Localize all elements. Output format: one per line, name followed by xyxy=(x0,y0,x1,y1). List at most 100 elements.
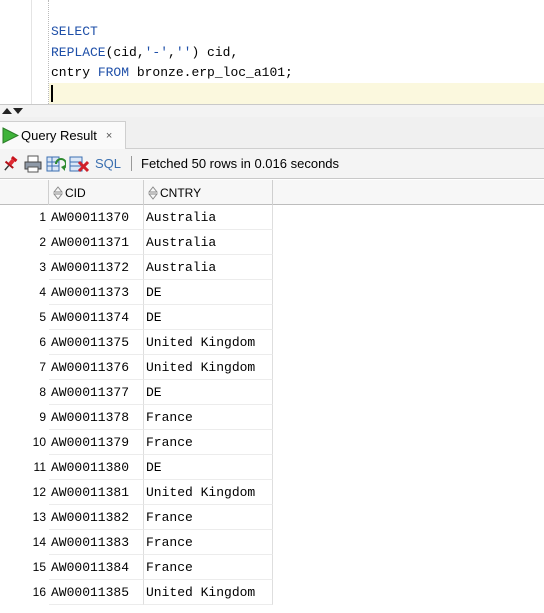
sql-link[interactable]: SQL xyxy=(95,156,121,171)
tab-query-result[interactable]: Query Result × xyxy=(0,121,126,149)
table-row[interactable]: 1 AW00011370 Australia xyxy=(0,205,544,230)
sql-keyword: REPLACE xyxy=(51,44,106,60)
column-header-cntry[interactable]: CNTRY xyxy=(144,180,273,205)
row-number: 8 xyxy=(39,385,46,399)
cell-cid[interactable]: AW00011375 xyxy=(49,330,144,355)
pane-splitter[interactable] xyxy=(0,104,544,117)
table-row[interactable]: 4 AW00011373 DE xyxy=(0,280,544,305)
tab-query-result-label: Query Result xyxy=(21,128,97,143)
cell-cid[interactable]: AW00011371 xyxy=(49,230,144,255)
row-number: 4 xyxy=(39,285,46,299)
cell-cntry[interactable]: DE xyxy=(144,280,273,305)
table-row[interactable]: 3 AW00011372 Australia xyxy=(0,255,544,280)
cell-cntry[interactable]: United Kingdom xyxy=(144,355,273,380)
table-row[interactable]: 14 AW00011383 France xyxy=(0,530,544,555)
table-row[interactable]: 15 AW00011384 France xyxy=(0,555,544,580)
cell-cid[interactable]: AW00011377 xyxy=(49,380,144,405)
cell-cid[interactable]: AW00011382 xyxy=(49,505,144,530)
table-row[interactable]: 13 AW00011382 France xyxy=(0,505,544,530)
sql-string: '' xyxy=(175,44,192,60)
sql-text: , xyxy=(168,44,176,60)
table-row[interactable]: 16 AW00011385 United Kingdom xyxy=(0,580,544,605)
table-row[interactable]: 12 AW00011381 United Kingdom xyxy=(0,480,544,505)
cell-cntry[interactable]: France xyxy=(144,430,273,455)
table-row[interactable]: 7 AW00011376 United Kingdom xyxy=(0,355,544,380)
sql-editor[interactable]: SELECT REPLACE(cid,'-','') cid, cntry FROM… xyxy=(0,0,544,107)
column-header-cid[interactable]: CID xyxy=(49,180,144,205)
cell-cntry[interactable]: Australia xyxy=(144,230,273,255)
row-number: 10 xyxy=(32,435,46,449)
code-line[interactable]: cntry FROM bronze.erp_loc_a101; xyxy=(51,63,293,84)
editor-gutter xyxy=(31,0,32,107)
result-toolbar: SQL Fetched 50 rows in 0.016 seconds xyxy=(0,149,544,179)
table-row[interactable]: 6 AW00011375 United Kingdom xyxy=(0,330,544,355)
sql-string: '-' xyxy=(144,44,169,60)
row-number: 9 xyxy=(39,410,46,424)
sql-text: cntry xyxy=(51,65,98,81)
row-number: 7 xyxy=(39,360,46,374)
cell-cntry[interactable]: France xyxy=(144,555,273,580)
cell-cid[interactable]: AW00011380 xyxy=(49,455,144,480)
row-number: 15 xyxy=(32,560,46,574)
row-number-header xyxy=(0,180,49,205)
print-icon[interactable] xyxy=(23,155,43,173)
row-number: 16 xyxy=(32,585,46,599)
cell-cid[interactable]: AW00011383 xyxy=(49,530,144,555)
cell-cid[interactable]: AW00011379 xyxy=(49,430,144,455)
grid-header: CID CNTRY xyxy=(0,180,544,205)
sort-icon[interactable] xyxy=(148,185,158,200)
table-row[interactable]: 2 AW00011371 Australia xyxy=(0,230,544,255)
row-number: 11 xyxy=(33,460,46,474)
cell-cid[interactable]: AW00011376 xyxy=(49,355,144,380)
table-row[interactable]: 9 AW00011378 France xyxy=(0,405,544,430)
row-number: 14 xyxy=(32,535,46,549)
table-row[interactable]: 5 AW00011374 DE xyxy=(0,305,544,330)
cell-cntry[interactable]: United Kingdom xyxy=(144,580,273,605)
row-number: 3 xyxy=(39,260,46,274)
cell-cid[interactable]: AW00011381 xyxy=(49,480,144,505)
cell-cntry[interactable]: DE xyxy=(144,455,273,480)
sql-code[interactable]: SELECT REPLACE(cid,'-','') cid, cntry FROM… xyxy=(51,22,293,84)
cell-cntry[interactable]: United Kingdom xyxy=(144,330,273,355)
cell-cntry[interactable]: DE xyxy=(144,305,273,330)
row-number: 13 xyxy=(32,510,46,524)
row-number: 2 xyxy=(39,235,46,249)
cell-cid[interactable]: AW00011378 xyxy=(49,405,144,430)
sort-icon[interactable] xyxy=(53,185,63,200)
cell-cntry[interactable]: DE xyxy=(144,380,273,405)
row-number: 5 xyxy=(39,310,46,324)
refresh-icon[interactable] xyxy=(46,155,66,173)
table-row[interactable]: 10 AW00011379 France xyxy=(0,430,544,455)
row-number: 6 xyxy=(39,335,46,349)
cancel-query-icon[interactable] xyxy=(69,155,89,173)
cell-cntry[interactable]: France xyxy=(144,405,273,430)
pin-icon[interactable] xyxy=(0,155,20,173)
cell-cid[interactable]: AW00011370 xyxy=(49,205,144,230)
sql-text: ) cid, xyxy=(191,44,239,60)
column-header-cid-label: CID xyxy=(65,185,86,200)
cell-cntry[interactable]: France xyxy=(144,530,273,555)
cell-cid[interactable]: AW00011384 xyxy=(49,555,144,580)
close-tab-icon[interactable]: × xyxy=(106,130,112,142)
table-row[interactable]: 8 AW00011377 DE xyxy=(0,380,544,405)
cell-cntry[interactable]: France xyxy=(144,505,273,530)
collapse-arrows-icon[interactable] xyxy=(1,107,23,115)
current-line-highlight xyxy=(49,83,544,104)
cell-cid[interactable]: AW00011374 xyxy=(49,305,144,330)
run-arrow-icon xyxy=(2,127,19,144)
table-row[interactable]: 11 AW00011380 DE xyxy=(0,455,544,480)
row-number: 1 xyxy=(39,210,46,224)
cell-cid[interactable]: AW00011385 xyxy=(49,580,144,605)
cell-cntry[interactable]: United Kingdom xyxy=(144,480,273,505)
sql-text: bronze.erp_loc_a101; xyxy=(129,65,293,81)
code-line[interactable]: SELECT xyxy=(51,22,293,43)
cell-cntry[interactable]: Australia xyxy=(144,255,273,280)
fetch-status-text: Fetched 50 rows in 0.016 seconds xyxy=(141,156,340,171)
code-line[interactable]: REPLACE(cid,'-','') cid, xyxy=(51,43,293,64)
cell-cntry[interactable]: Australia xyxy=(144,205,273,230)
cell-cid[interactable]: AW00011372 xyxy=(49,255,144,280)
result-grid[interactable]: CID CNTRY 1 AW00011370 Australia 2 AW0001137… xyxy=(0,180,544,613)
cell-cid[interactable]: AW00011373 xyxy=(49,280,144,305)
sql-keyword: FROM xyxy=(97,65,130,81)
toolbar-separator xyxy=(131,156,133,171)
